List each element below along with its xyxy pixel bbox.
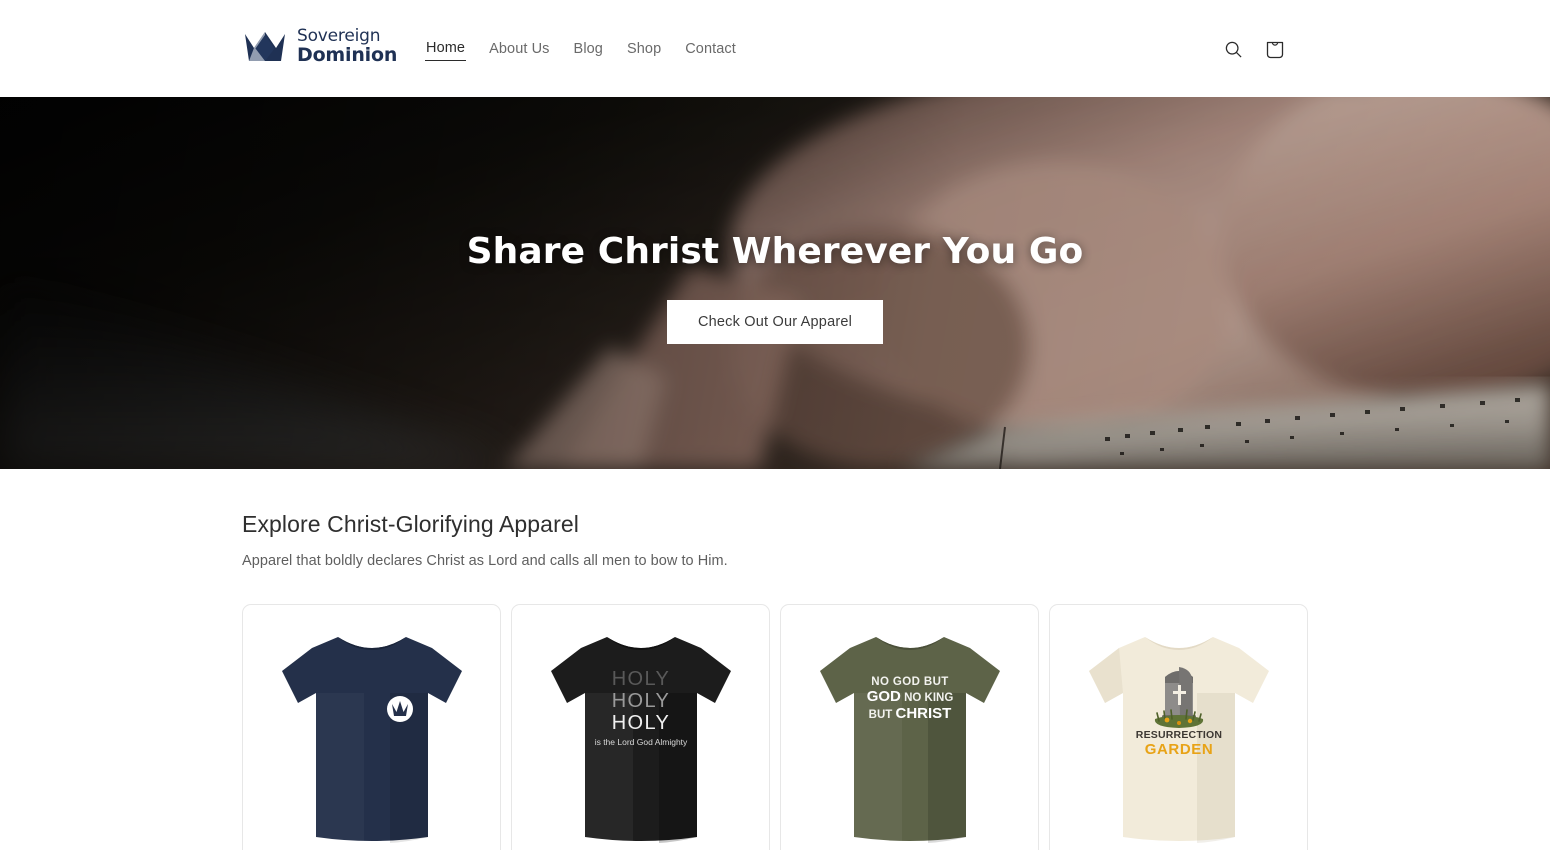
product-image-resurrection-garden-tee: RESURRECTION GARDEN (1050, 605, 1307, 850)
brand-wordmark: Sovereign Dominion (297, 27, 398, 66)
collection-title: Explore Christ-Glorifying Apparel (242, 511, 579, 537)
svg-text:HOLY: HOLY (611, 668, 670, 690)
site-header: Sovereign Dominion Home About Us Blog Sh… (0, 0, 1550, 97)
collection-wrapper: Explore Christ-Glorifying Apparel Appare… (242, 511, 1308, 850)
product-card-navy-crown-tee[interactable] (242, 604, 501, 850)
product-card-holy-holy-holy-tee[interactable]: HOLY HOLY HOLY is the Lord God Almighty (511, 604, 770, 850)
hero-title: Share Christ Wherever You Go (466, 231, 1084, 272)
product-card-resurrection-garden-tee[interactable]: RESURRECTION GARDEN (1049, 604, 1308, 850)
product-grid: HOLY HOLY HOLY is the Lord God Almighty (242, 604, 1308, 850)
brand-line-2: Dominion (297, 43, 398, 66)
search-icon[interactable] (1220, 36, 1247, 63)
nav-item-blog[interactable]: Blog (573, 39, 604, 61)
hero-banner: Share Christ Wherever You Go Check Out O… (0, 97, 1550, 469)
svg-text:HOLY: HOLY (611, 712, 670, 734)
crown-icon (243, 29, 287, 65)
svg-text:RESURRECTION: RESURRECTION (1135, 729, 1221, 741)
svg-text:NO GOD BUT: NO GOD BUT (871, 676, 948, 688)
product-image-holy-holy-holy-tee: HOLY HOLY HOLY is the Lord God Almighty (512, 605, 769, 850)
hero-content: Share Christ Wherever You Go Check Out O… (0, 97, 1550, 469)
collection-section: Explore Christ-Glorifying Apparel Appare… (0, 469, 1550, 850)
shopping-bag-icon[interactable] (1261, 36, 1288, 63)
collection-subtitle: Apparel that boldly declares Christ as L… (242, 553, 728, 569)
svg-text:is the Lord God Almighty: is the Lord God Almighty (594, 737, 687, 747)
header-actions (1220, 36, 1288, 63)
svg-text:HOLY: HOLY (611, 690, 670, 712)
brand-logo-link[interactable]: Sovereign Dominion (243, 27, 398, 66)
product-image-no-god-but-god-tee: NO GOD BUT GOD NO KING BUT CHRIST (781, 605, 1038, 850)
nav-item-about-us[interactable]: About Us (488, 39, 550, 61)
hero-cta-button[interactable]: Check Out Our Apparel (666, 300, 884, 344)
svg-text:GARDEN: GARDEN (1144, 741, 1213, 758)
nav-item-home[interactable]: Home (425, 38, 467, 61)
product-card-no-god-but-god-tee[interactable]: NO GOD BUT GOD NO KING BUT CHRIST (780, 604, 1039, 850)
nav-item-contact[interactable]: Contact (684, 39, 737, 61)
main-navigation: Home About Us Blog Shop Contact (425, 38, 737, 61)
product-image-navy-crown-tee (243, 605, 500, 850)
nav-item-shop[interactable]: Shop (626, 39, 662, 61)
